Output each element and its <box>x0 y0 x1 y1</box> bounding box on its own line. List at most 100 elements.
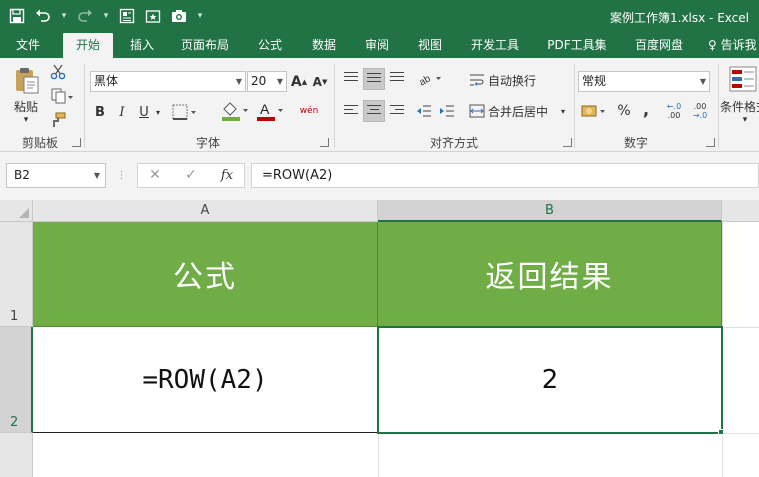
cell-b1[interactable]: 返回结果 <box>378 222 722 327</box>
customize-qat-icon[interactable]: ▾ <box>194 5 206 27</box>
align-bottom-icon[interactable] <box>387 68 407 88</box>
borders-icon[interactable] <box>170 101 200 123</box>
wrap-text-button[interactable]: 自动换行 <box>488 70 548 90</box>
fill-color-icon[interactable] <box>219 99 251 123</box>
conditional-format-icon[interactable] <box>728 64 759 94</box>
enter-icon[interactable]: ✓ <box>176 164 206 187</box>
undo-dropdown-icon[interactable]: ▾ <box>58 5 70 27</box>
percent-button[interactable]: % <box>614 101 634 121</box>
title-bar: ▾ ▾ ▾ 案例工作簿1.xlsx - Excel <box>0 0 759 33</box>
camera-icon[interactable] <box>168 5 190 27</box>
tab-developer[interactable]: 开发工具 <box>462 33 528 58</box>
bold-button[interactable]: B <box>92 101 108 123</box>
tab-page-layout[interactable]: 页面布局 <box>172 33 238 58</box>
chevron-down-icon: ▼ <box>276 77 283 86</box>
phonetic-guide-button[interactable]: wén <box>296 99 322 123</box>
font-launcher-icon[interactable] <box>320 138 329 147</box>
fill-handle[interactable] <box>718 429 724 435</box>
cancel-icon[interactable]: ✕ <box>140 164 170 187</box>
svg-text:ab: ab <box>417 73 433 86</box>
cell-a1[interactable]: 公式 <box>33 222 378 327</box>
increase-indent-icon[interactable] <box>437 101 457 121</box>
paste-icon[interactable] <box>8 64 44 96</box>
align-left-icon[interactable] <box>341 101 361 121</box>
column-header-c[interactable] <box>722 200 759 222</box>
formula-buttons: ✕ ✓ fx <box>137 163 245 188</box>
decrease-indent-icon[interactable] <box>414 101 434 121</box>
formula-input[interactable]: =ROW(A2) <box>251 163 759 188</box>
number-format-select[interactable]: 常规 ▼ <box>578 71 710 92</box>
font-size-value: 20 <box>251 74 267 88</box>
font-name-select[interactable]: 黑体 ▼ <box>90 71 246 92</box>
merge-dropdown-icon[interactable]: ▾ <box>558 101 568 121</box>
column-header-a[interactable]: A <box>33 200 378 222</box>
save-icon[interactable] <box>6 5 28 27</box>
wrap-text-icon[interactable] <box>467 70 487 90</box>
tab-insert[interactable]: 插入 <box>120 33 164 58</box>
align-middle-icon[interactable] <box>363 68 385 90</box>
align-center-icon[interactable] <box>363 100 385 122</box>
number-launcher-icon[interactable] <box>706 138 715 147</box>
increase-decimal-button[interactable]: ←.0 .00 <box>662 100 686 122</box>
clipboard-launcher-icon[interactable] <box>72 138 81 147</box>
cut-icon[interactable] <box>48 62 68 82</box>
name-box-value: B2 <box>14 168 30 182</box>
tab-baidu-netdisk[interactable]: 百度网盘 <box>626 33 692 58</box>
tab-data[interactable]: 数据 <box>302 33 346 58</box>
decrease-decimal-button[interactable]: .00 →.0 <box>688 100 712 122</box>
select-all-button[interactable] <box>0 200 33 222</box>
tab-tell-me[interactable]: ♀ 告诉我 <box>708 33 759 58</box>
formula-bar: B2 ▼ ⋮ ✕ ✓ fx =ROW(A2) <box>0 152 759 200</box>
ribbon-tabs: 文件 开始 插入 页面布局 公式 数据 审阅 视图 开发工具 PDF工具集 百度… <box>0 33 759 58</box>
format-painter-icon[interactable] <box>48 110 68 130</box>
redo-icon[interactable] <box>74 5 96 27</box>
group-separator <box>334 64 335 148</box>
tab-view[interactable]: 视图 <box>408 33 452 58</box>
cell-a2[interactable]: =ROW(A2) <box>33 327 378 433</box>
lightbulb-icon: ♀ <box>708 38 717 52</box>
row-header-1[interactable]: 1 <box>0 222 33 327</box>
paste-dropdown-icon[interactable]: ▾ <box>16 114 36 126</box>
merge-center-button[interactable]: 合并后居中 <box>488 101 562 121</box>
alignment-launcher-icon[interactable] <box>563 138 572 147</box>
cell-b2[interactable]: 2 <box>377 326 723 434</box>
accounting-format-icon[interactable] <box>579 101 609 121</box>
group-separator <box>574 64 575 148</box>
row-header-2[interactable]: 2 <box>0 327 33 433</box>
column-header-b[interactable]: B <box>378 200 722 222</box>
favorite-folder-icon[interactable] <box>142 5 164 27</box>
font-color-icon[interactable]: A <box>254 99 286 123</box>
name-box[interactable]: B2 ▼ <box>6 163 106 188</box>
underline-button[interactable]: U <box>136 101 152 123</box>
merge-center-icon[interactable] <box>467 101 487 121</box>
align-right-icon[interactable] <box>387 101 407 121</box>
form-icon[interactable] <box>116 5 138 27</box>
align-top-icon[interactable] <box>341 68 361 88</box>
italic-button[interactable]: I <box>114 101 130 123</box>
redo-dropdown-icon[interactable]: ▾ <box>100 5 112 27</box>
tab-pdf-tools[interactable]: PDF工具集 <box>540 33 614 58</box>
grow-font-button[interactable]: A ▲ <box>291 71 307 92</box>
group-separator <box>84 64 85 148</box>
gridline <box>722 433 759 434</box>
paste-button[interactable]: 粘贴 <box>8 98 44 114</box>
underline-dropdown-icon[interactable]: ▾ <box>153 101 163 123</box>
shrink-font-button[interactable]: A ▼ <box>312 71 328 92</box>
conditional-format-button[interactable]: 条件格式 <box>720 98 759 114</box>
insert-function-icon[interactable]: fx <box>212 164 242 187</box>
formula-bar-splitter-icon[interactable]: ⋮ <box>117 170 127 182</box>
tab-formulas[interactable]: 公式 <box>248 33 292 58</box>
copy-icon[interactable] <box>48 86 76 106</box>
chevron-down-icon: ▼ <box>93 171 100 180</box>
tab-home[interactable]: 开始 <box>63 33 113 58</box>
conditional-format-dropdown-icon[interactable]: ▾ <box>735 114 755 126</box>
comma-style-button[interactable]: , <box>638 99 654 119</box>
orientation-icon[interactable]: ab <box>415 68 445 88</box>
font-size-select[interactable]: 20 ▼ <box>247 71 287 92</box>
group-separator <box>718 64 719 148</box>
undo-icon[interactable] <box>32 5 54 27</box>
font-group-label: 字体 <box>195 136 220 150</box>
tab-file[interactable]: 文件 <box>6 33 50 58</box>
row-header-3[interactable] <box>0 433 33 477</box>
tab-review[interactable]: 审阅 <box>355 33 399 58</box>
